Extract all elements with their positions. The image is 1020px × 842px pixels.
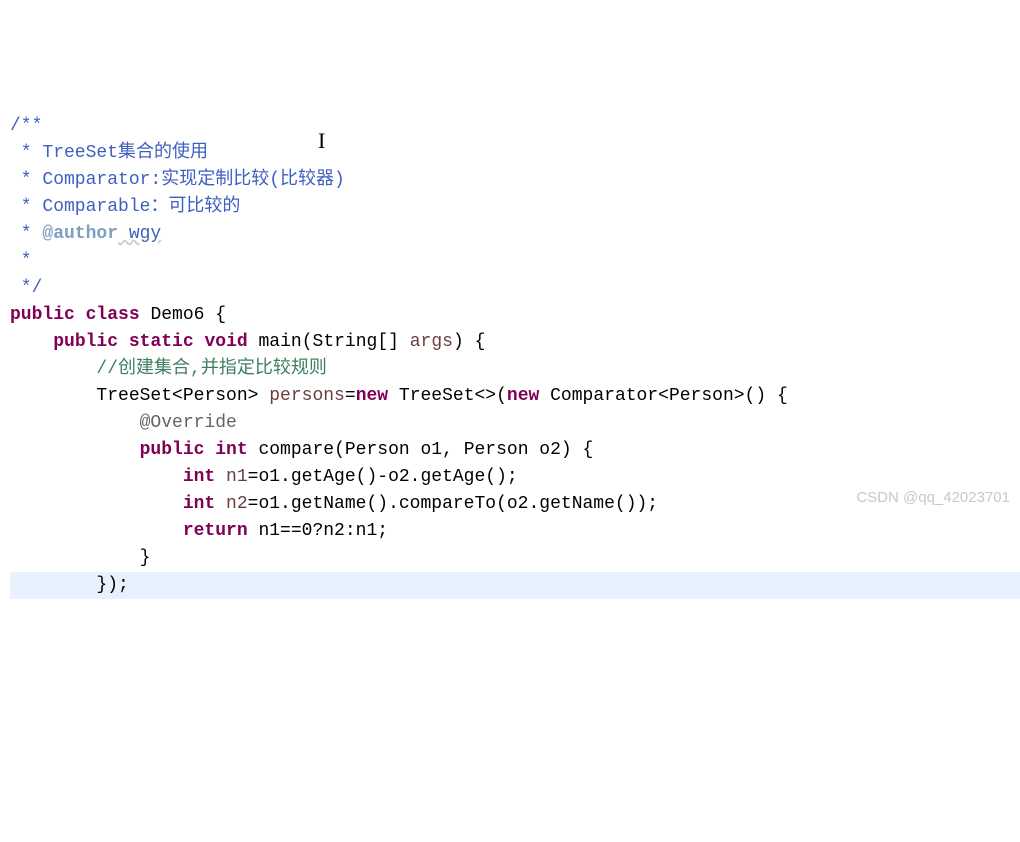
comment-inline: //创建集合,并指定比较规则 xyxy=(96,359,326,379)
code-line: public class Demo6 { xyxy=(10,305,226,325)
code-line: * Comparable：可比较的 xyxy=(10,197,240,217)
javadoc-author-tag: @author xyxy=(42,224,118,244)
code-line: int n1=o1.getAge()-o2.getAge(); xyxy=(10,467,518,487)
text-cursor-icon: I xyxy=(318,127,325,154)
code-line: public static void main(String[] args) { xyxy=(10,332,485,352)
code-line: public int compare(Person o1, Person o2)… xyxy=(10,440,593,460)
watermark-label: CSDN @qq_42023701 xyxy=(856,484,1010,511)
code-line: return n1==0?n2:n1; xyxy=(10,521,388,541)
code-line: } xyxy=(10,548,150,568)
code-line: @Override xyxy=(10,413,237,433)
code-line: * xyxy=(10,251,32,271)
code-line: */ xyxy=(10,278,42,298)
code-editor[interactable]: /** * TreeSet集合的使用 * Comparator:实现定制比较(比… xyxy=(10,113,1020,599)
override-annotation: @Override xyxy=(140,413,237,433)
code-line: /** xyxy=(10,116,42,136)
code-line: //创建集合,并指定比较规则 xyxy=(10,359,327,379)
code-line: * Comparator:实现定制比较(比较器) xyxy=(10,170,345,190)
code-line: * @author wgy xyxy=(10,224,161,244)
code-line: TreeSet<Person> persons=new TreeSet<>(ne… xyxy=(10,386,788,406)
code-line: int n2=o1.getName().compareTo(o2.getName… xyxy=(10,494,658,514)
current-line-highlight: }); xyxy=(10,572,1020,599)
code-line: * TreeSet集合的使用 xyxy=(10,143,208,163)
